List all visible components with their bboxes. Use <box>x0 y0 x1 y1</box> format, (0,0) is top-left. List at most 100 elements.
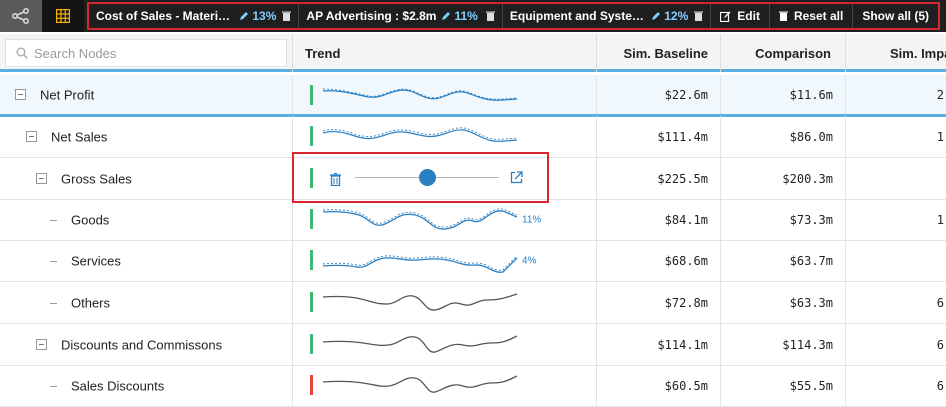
trend-column-header[interactable]: Trend <box>293 34 597 72</box>
grid-table-icon <box>56 9 70 23</box>
search-input[interactable] <box>34 45 274 61</box>
trend-cell: 11% <box>293 199 597 240</box>
chip-delete-button[interactable] <box>694 11 704 21</box>
chip-edit-percent[interactable]: 13% <box>239 9 276 23</box>
slider-handle[interactable] <box>418 169 436 186</box>
chip-edit-percent[interactable]: 11% <box>441 9 478 23</box>
table-row[interactable]: Net Profit $22.6m $11.6m 2 <box>0 75 946 117</box>
table-row[interactable]: Discounts and Commissons $114.1m $114.3m… <box>0 324 946 366</box>
trash-icon <box>282 11 292 21</box>
trend-indicator <box>310 334 313 354</box>
impact-cell: 6 <box>936 295 944 310</box>
trend-indicator <box>310 209 313 229</box>
collapse-icon[interactable] <box>36 338 47 350</box>
comparison-cell: $63.3m <box>721 282 846 323</box>
baseline-cell: $225.5m <box>597 158 721 199</box>
trend-indicator <box>310 375 313 395</box>
search-box[interactable] <box>5 39 287 67</box>
impact-column-header[interactable]: Sim. Impa <box>846 34 946 72</box>
node-name-cell: Goods <box>0 199 293 240</box>
trend-indicator <box>310 292 313 312</box>
comparison-cell: $11.6m <box>721 75 846 114</box>
chip-name: Equipment and System... <box>509 9 647 23</box>
node-name-cell: Gross Sales <box>0 158 293 199</box>
chip-percent: 11% <box>454 9 478 23</box>
chip-edit-percent[interactable]: 12% <box>651 9 688 23</box>
node-name: Services <box>71 253 121 268</box>
edit-label: Edit <box>737 9 760 23</box>
comparison-cell: $86.0m <box>721 116 846 157</box>
trend-cell <box>293 75 597 114</box>
name-column-header <box>0 34 293 72</box>
share-nodes-button[interactable] <box>0 0 42 32</box>
impact-cell: 6 <box>936 337 944 352</box>
scenario-chip[interactable]: AP Advertising : $2.8m 11% <box>299 4 503 28</box>
scenario-chip[interactable]: Equipment and System... 12% <box>503 4 712 28</box>
scenario-chip-strip: Cost of Sales - Material... 13% AP Adver… <box>87 2 940 30</box>
chip-delete-button[interactable] <box>282 11 292 21</box>
leaf-marker <box>50 219 57 221</box>
comparison-cell: $55.5m <box>721 365 846 406</box>
baseline-column-header[interactable]: Sim. Baseline <box>597 34 721 72</box>
collapse-icon[interactable] <box>36 172 47 184</box>
collapse-icon[interactable] <box>26 130 37 142</box>
trend-indicator <box>310 126 313 146</box>
baseline-cell: $22.6m <box>597 75 721 114</box>
table-row[interactable]: Others $72.8m $63.3m 6 <box>0 282 946 324</box>
trend-cell <box>293 116 597 157</box>
trend-indicator <box>310 85 313 105</box>
impact-cell: 6 <box>936 378 944 393</box>
node-name: Others <box>71 295 111 310</box>
reset-all-button[interactable]: Reset all <box>770 4 854 28</box>
leaf-marker <box>50 260 57 262</box>
baseline-cell: $60.5m <box>597 365 721 406</box>
table-row[interactable]: Services 4% $68.6m $63.7m <box>0 240 946 282</box>
trash-icon <box>694 11 704 21</box>
pencil-icon <box>442 12 451 20</box>
comparison-cell: $63.7m <box>721 240 846 281</box>
impact-cell <box>846 158 946 199</box>
show-all-label: Show all (5) <box>862 9 929 23</box>
table-row[interactable]: Goods 11% $84.1m $73.3m 1 <box>0 199 946 241</box>
baseline-cell: $68.6m <box>597 240 721 281</box>
trend-sparkline <box>323 293 518 311</box>
node-name: Net Sales <box>51 129 108 144</box>
scenario-chip[interactable]: Cost of Sales - Material... 13% <box>89 4 300 28</box>
leaf-marker <box>50 385 57 387</box>
node-name: Sales Discounts <box>71 378 165 393</box>
collapse-icon[interactable] <box>15 88 26 100</box>
trend-sparkline <box>323 255 518 273</box>
trend-percent: 4% <box>522 255 537 266</box>
search-icon <box>16 47 28 59</box>
comparison-cell: $73.3m <box>721 199 846 240</box>
trend-percent: 11% <box>522 214 542 225</box>
node-name: Discounts and Commissons <box>61 337 223 352</box>
edit-button[interactable]: Edit <box>711 4 770 28</box>
trend-sparkline <box>323 335 518 353</box>
comparison-cell: $114.3m <box>721 324 846 365</box>
reset-icon <box>778 11 788 21</box>
node-name-cell: Discounts and Commissons <box>0 324 293 365</box>
node-name: Gross Sales <box>61 171 132 186</box>
chip-name: AP Advertising : $2.8m <box>306 9 437 23</box>
trash-icon <box>485 11 495 21</box>
comparison-column-header[interactable]: Comparison <box>721 34 846 72</box>
node-name-cell: Sales Discounts <box>0 365 293 406</box>
edit-icon <box>720 11 731 22</box>
trash-icon[interactable] <box>330 173 341 186</box>
trend-sparkline <box>323 88 518 101</box>
open-external-icon[interactable] <box>510 171 523 184</box>
grid-header: Trend Sim. Baseline Comparison Sim. Impa <box>0 34 946 72</box>
baseline-cell: $72.8m <box>597 282 721 323</box>
node-name: Goods <box>71 212 110 227</box>
table-row[interactable]: Sales Discounts $60.5m $55.5m 6 <box>0 365 946 407</box>
chip-delete-button[interactable] <box>485 11 495 21</box>
grid-view-button[interactable] <box>42 0 84 32</box>
node-name-cell: Others <box>0 282 293 323</box>
baseline-cell: $111.4m <box>597 116 721 157</box>
impact-cell: 1 <box>936 129 944 144</box>
show-all-button[interactable]: Show all (5) <box>853 4 938 28</box>
trend-indicator <box>310 250 313 270</box>
trend-cell <box>293 324 597 365</box>
baseline-cell: $114.1m <box>597 324 721 365</box>
